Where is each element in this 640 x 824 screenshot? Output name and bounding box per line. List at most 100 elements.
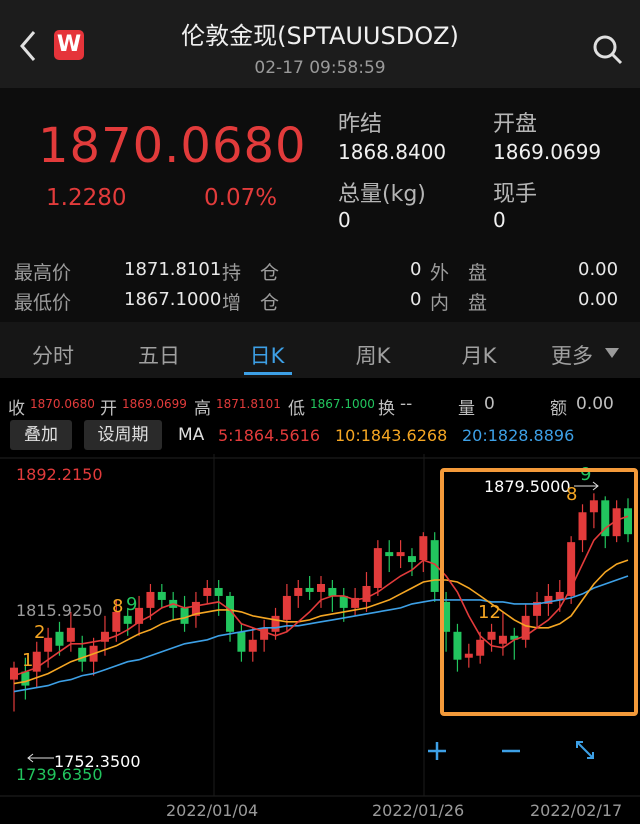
period-tabs: 分时 五日 日K 周K 月K 更多 — [0, 322, 640, 378]
candle-body — [385, 552, 394, 557]
outer-value: 0.00 — [578, 259, 619, 280]
open-value: 1869.0699 — [493, 140, 602, 164]
price-change: 1.2280 — [46, 185, 127, 211]
chart-toolbar: 叠加 设周期 MA 5:1864.5616 10:1843.6268 20:18… — [0, 420, 640, 454]
candle-body — [362, 585, 371, 602]
quote-panel: 1870.0680 1.2280 0.07% 昨结 1868.8400 开盘 1… — [0, 88, 640, 246]
ma5-value: 5:1864.5616 — [218, 426, 321, 445]
annotation-8b: 8 — [566, 484, 577, 505]
open-label-bar: 开 — [100, 399, 117, 419]
candle-body — [317, 583, 325, 592]
candle-body — [419, 536, 428, 561]
current-hand-value: 0 — [493, 208, 506, 232]
candle-body — [248, 639, 257, 652]
amount-label: 额 — [550, 399, 567, 419]
hold-value: 0 — [410, 259, 422, 280]
candle-body — [123, 615, 132, 624]
candle-body — [578, 512, 587, 541]
ma20-value: 20:1828.8896 — [462, 426, 575, 445]
open-label: 开盘 — [493, 112, 538, 137]
dropdown-arrow-icon — [605, 348, 619, 358]
candle-body — [78, 647, 87, 662]
price-change-pct: 0.07% — [204, 185, 278, 211]
x-axis-label-1: 2022/01/04 — [166, 801, 258, 820]
inner-value: 0.00 — [578, 289, 619, 310]
kline-chart[interactable]: 1892.2150 1815.9250 1739.6350 1752.3500 … — [0, 454, 640, 824]
ohlc-info-bar: 收 1870.0680 开 1869.0699 高 1871.8101 低 18… — [0, 384, 640, 420]
annotation-8: 8 — [112, 596, 123, 617]
annotation-1: 1 — [22, 650, 33, 671]
tab-monthly-k[interactable]: 月K — [434, 340, 524, 370]
prev-close-value: 1868.8400 — [338, 140, 447, 164]
candle-body — [305, 587, 314, 592]
close-label: 收 — [8, 399, 25, 419]
quote-datetime: 02-17 09:58:59 — [254, 58, 386, 78]
annotation-9: 9 — [126, 594, 137, 615]
max-marker-label: 1879.5000 — [484, 477, 571, 496]
turnover-value: -- — [400, 394, 413, 414]
search-button[interactable] — [590, 32, 626, 68]
add-value: 0 — [410, 289, 422, 310]
set-period-button[interactable]: 设周期 — [84, 420, 162, 450]
close-value: 1870.0680 — [30, 397, 95, 411]
x-axis-label-3: 2022/02/17 — [530, 801, 622, 820]
tab-daily-k[interactable]: 日K — [222, 340, 312, 370]
high-value-bar: 1871.8101 — [216, 397, 281, 411]
min-marker-label: 1752.3500 — [54, 752, 141, 771]
candle-body — [328, 587, 337, 596]
candle-body — [589, 500, 598, 513]
candle-body — [180, 607, 189, 624]
candle-body — [453, 631, 462, 660]
candle-body — [237, 631, 246, 652]
candle-body — [282, 595, 291, 620]
add-label: 增 仓 — [222, 292, 280, 314]
outer-label: 外 盘 — [430, 262, 488, 284]
current-hand-label: 现手 — [493, 182, 538, 207]
x-axis-label-2: 2022/01/26 — [372, 801, 464, 820]
candle-body — [10, 667, 18, 680]
candle-body — [21, 671, 30, 686]
candle-body — [407, 556, 416, 563]
tab-weekly-k[interactable]: 周K — [328, 340, 418, 370]
stats-panel: 最高价 1871.8101 最低价 1867.1000 持 仓 0 增 仓 0 … — [0, 246, 640, 322]
volume-label: 总量(kg) — [338, 182, 426, 207]
candle-body — [214, 587, 223, 596]
amount-value: 0.00 — [576, 394, 614, 414]
annotation-12: 12 — [478, 602, 501, 623]
candle-body — [260, 627, 269, 640]
low-value-bar: 1867.1000 — [310, 397, 375, 411]
candle-body — [373, 548, 382, 588]
annotation-9b: 9 — [580, 464, 591, 485]
candle-body — [157, 591, 166, 600]
hold-label: 持 仓 — [222, 262, 280, 284]
tab-more[interactable]: 更多 — [532, 340, 612, 370]
candle-body — [294, 587, 303, 596]
candle-body — [624, 508, 632, 535]
high-label: 最高价 — [14, 262, 72, 284]
y-axis-mid-label: 1815.9250 — [16, 601, 103, 620]
candle-body — [203, 587, 212, 596]
candle-body — [487, 631, 496, 640]
candle-body — [396, 552, 405, 557]
candle-body — [271, 615, 280, 632]
candle-body — [66, 627, 75, 642]
candle-body — [146, 591, 155, 608]
low-label-bar: 低 — [288, 399, 305, 419]
turnover-label: 换 — [378, 399, 395, 419]
candle-body — [464, 653, 473, 658]
y-axis-max-label: 1892.2150 — [16, 465, 103, 484]
last-price: 1870.0680 — [38, 118, 307, 174]
open-value-bar: 1869.0699 — [122, 397, 187, 411]
ma-label: MA — [178, 425, 205, 445]
tab-five-day[interactable]: 五日 — [114, 340, 204, 370]
high-label-bar: 高 — [194, 399, 211, 419]
ma10-value: 10:1843.6268 — [335, 426, 448, 445]
volume-value-bar: 0 — [484, 394, 495, 414]
overlay-button[interactable]: 叠加 — [10, 420, 72, 450]
volume-label-bar: 量 — [458, 399, 475, 419]
tab-intraday[interactable]: 分时 — [8, 340, 98, 370]
candle-body — [476, 639, 485, 656]
top-bar: W 伦敦金现(SPTAUUSDOZ) 02-17 09:58:59 — [0, 0, 640, 88]
prev-close-label: 昨结 — [338, 112, 383, 137]
high-value: 1871.8101 — [124, 259, 222, 280]
